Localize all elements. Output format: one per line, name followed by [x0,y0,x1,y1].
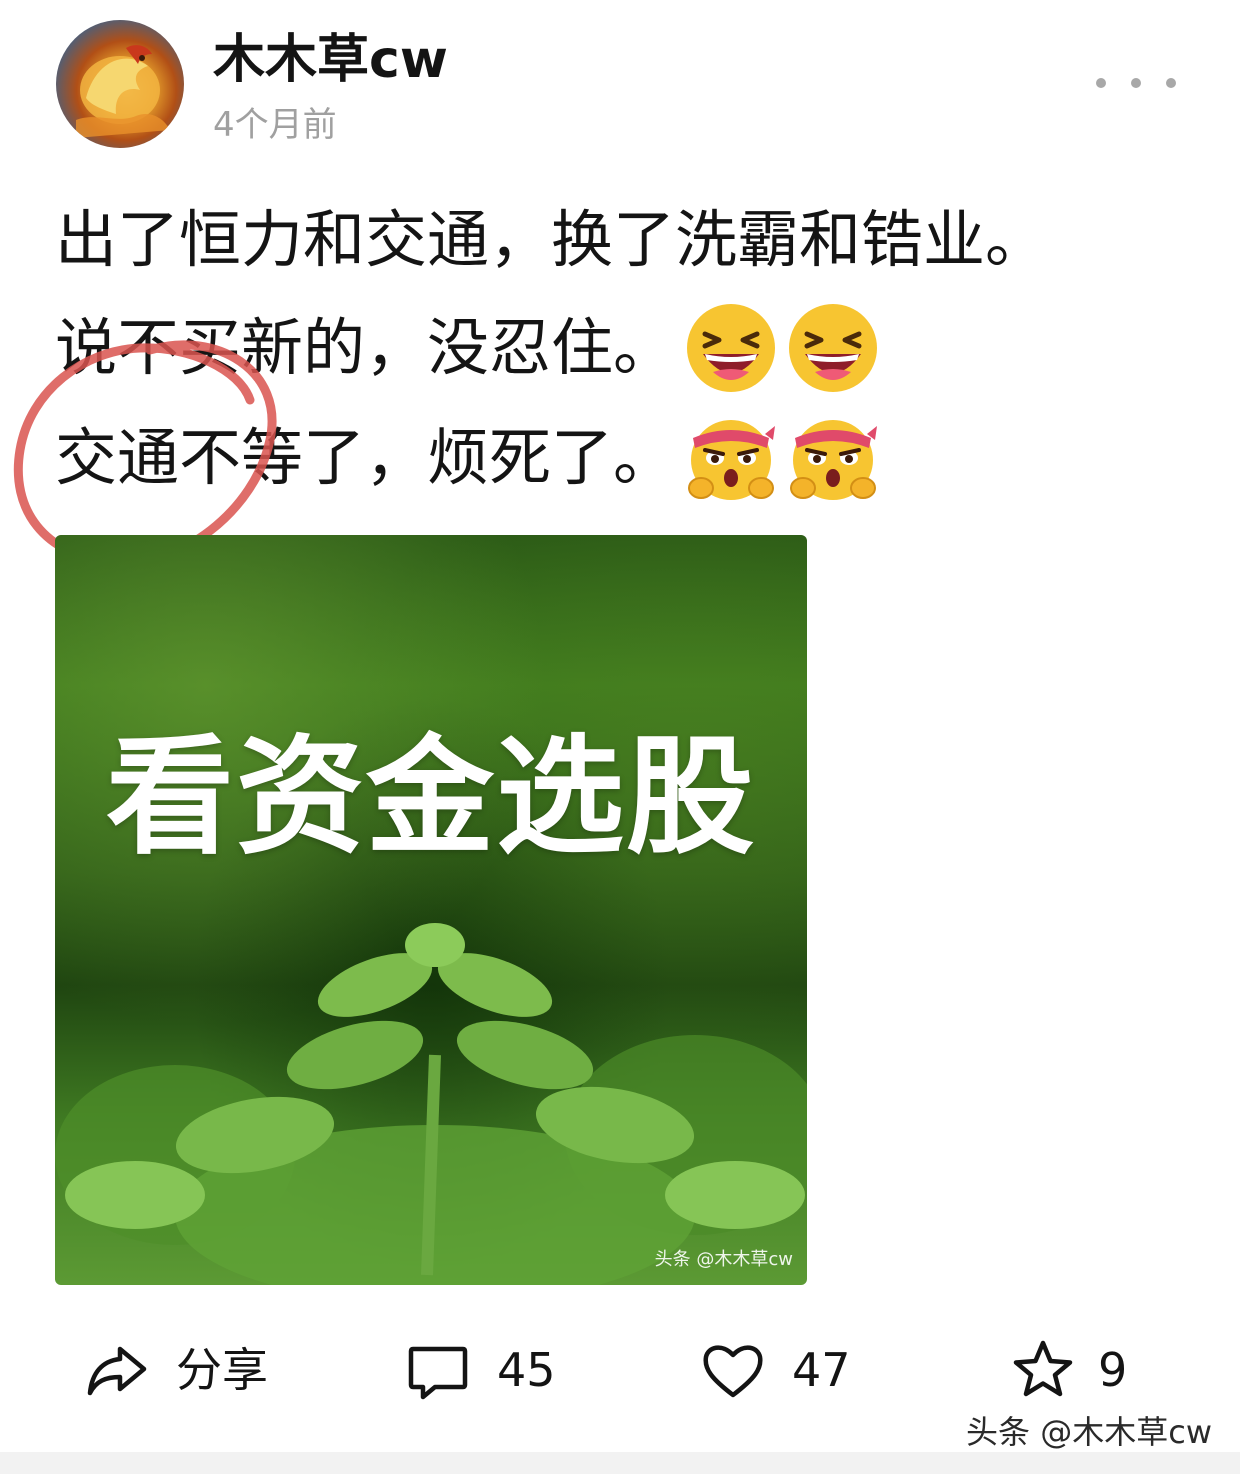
avatar[interactable] [56,20,184,148]
image-watermark: 头条 @木木草cw [654,1249,793,1270]
like-button[interactable]: 47 [700,1335,851,1405]
bottom-divider [0,1452,1240,1474]
post-text-line-1: 出了恒力和交通，换了洗霸和锆业。 [55,198,1048,276]
laughing-emoji [685,302,777,394]
favorite-button[interactable]: 9 [1010,1335,1127,1405]
share-icon [87,1346,147,1396]
post-text: 说不买新的，没忍住。 [55,311,676,384]
phoenix-avatar-image [76,45,170,138]
star-icon [1013,1340,1073,1397]
seedling-illustration [55,923,807,1285]
more-dot [1166,78,1176,88]
favorite-count: 9 [1098,1343,1128,1397]
page-watermark: 头条 @木木草cw [966,1413,1212,1451]
comment-icon [408,1346,468,1400]
username[interactable]: 木木草cw [213,30,448,90]
heart-icon [703,1345,763,1398]
comment-button[interactable]: 45 [405,1335,556,1405]
post-image[interactable]: 看资金选股 头条 @木木草cw [55,535,807,1285]
more-dots-icon [1096,78,1106,88]
more-dot [1131,78,1141,88]
post-text-line-2: 说不买新的，没忍住。 [55,302,879,392]
laughing-emoji [787,302,879,394]
more-options-button[interactable] [1096,68,1176,98]
image-title: 看资金选股 [105,723,756,872]
fighting-emoji [787,412,879,504]
like-count: 47 [792,1343,851,1397]
post-text-line-3: 交通不等了，烦死了。 [55,412,879,500]
comment-count: 45 [497,1343,556,1397]
share-button[interactable]: 分享 [84,1335,268,1405]
post-timestamp: 4个月前 [213,105,337,145]
post-text: 出了恒力和交通，换了洗霸和锆业。 [55,202,1048,276]
share-label: 分享 [176,1343,268,1397]
fighting-emoji [685,412,777,504]
post-text: 交通不等了，烦死了。 [55,421,676,494]
